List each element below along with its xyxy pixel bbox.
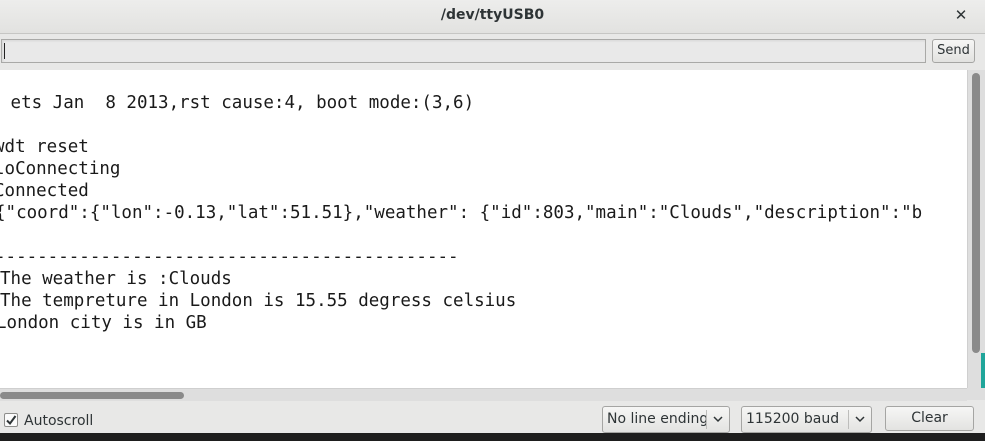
chevron-down-icon [855, 416, 865, 423]
window-title: /dev/ttyUSB0 [440, 7, 545, 23]
line-ending-value: No line ending [607, 411, 709, 427]
vertical-scrollbar[interactable] [967, 70, 985, 388]
text-caret [4, 43, 5, 59]
serial-monitor-window: /dev/ttyUSB0 ✕ Send ets Jan 8 2013,rst c… [0, 0, 985, 441]
output-line: ets Jan 8 2013,rst cause:4, boot mode:(3… [0, 93, 475, 113]
horizontal-scrollbar[interactable] [0, 388, 967, 401]
send-row: Send [0, 38, 985, 68]
output-line: ----------------------------------------… [0, 247, 459, 267]
close-icon[interactable]: ✕ [951, 5, 971, 25]
chevron-down-icon [713, 416, 723, 423]
scroll-corner [967, 388, 985, 400]
select-divider [848, 410, 849, 429]
baud-rate-select[interactable]: 115200 baud [741, 406, 872, 433]
output-line: The weather is :Clouds [0, 269, 232, 289]
clear-output-button[interactable]: Clear output [885, 406, 974, 441]
vertical-scroll-thumb[interactable] [972, 73, 980, 353]
autoscroll-checkbox[interactable] [4, 413, 18, 427]
background-window-edge [981, 353, 985, 388]
output-line: The tempreture in London is 15.55 degres… [0, 291, 517, 311]
send-input[interactable] [1, 39, 926, 63]
title-bar[interactable]: /dev/ttyUSB0 ✕ [0, 0, 985, 34]
output-line: Connected [0, 181, 89, 201]
output-line: London city is in GB [0, 313, 207, 333]
line-ending-select[interactable]: No line ending [602, 406, 730, 433]
output-line: loConnecting [0, 159, 121, 179]
baud-rate-value: 115200 baud [746, 411, 840, 427]
desktop-background [0, 433, 985, 441]
horizontal-scroll-thumb[interactable] [0, 392, 184, 399]
send-button[interactable]: Send [932, 39, 975, 63]
select-divider [706, 410, 707, 429]
output-line: {"coord":{"lon":-0.13,"lat":51.51},"weat… [0, 203, 923, 223]
autoscroll-label: Autoscroll [24, 413, 94, 429]
output-line: wdt reset [0, 137, 89, 157]
serial-output[interactable]: ets Jan 8 2013,rst cause:4, boot mode:(3… [0, 70, 967, 388]
checkmark-icon [6, 415, 17, 426]
